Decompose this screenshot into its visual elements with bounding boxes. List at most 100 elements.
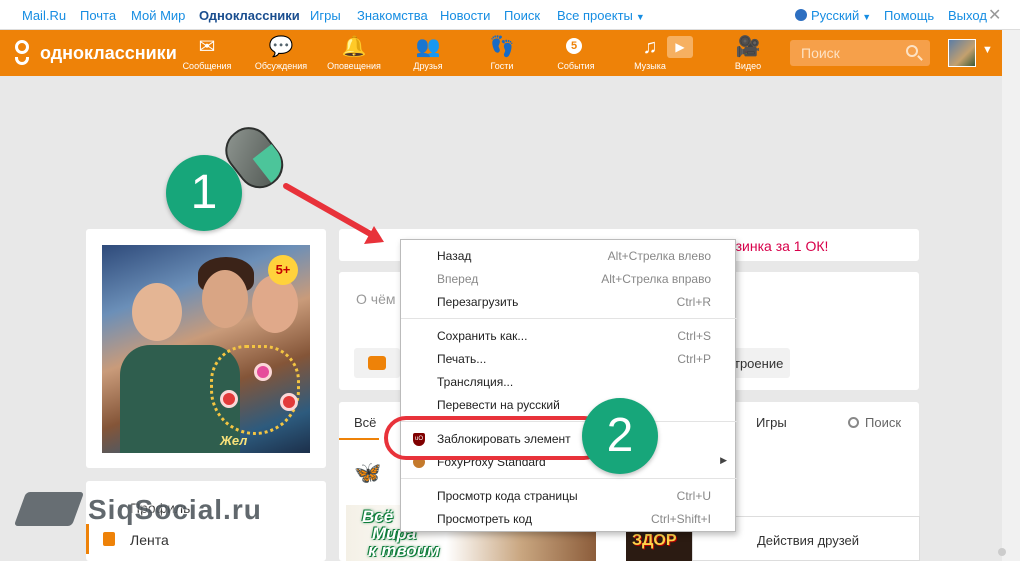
nav-guests[interactable]: 👣 Гости — [467, 36, 537, 71]
friends-icon: 👥 — [415, 36, 441, 58]
events-count-badge: 5 — [566, 38, 582, 54]
gift-badge[interactable]: 5+ — [268, 255, 298, 285]
add-photo-button[interactable] — [354, 348, 400, 378]
menu-item-shortcut: Alt+Стрелка влево — [607, 249, 711, 263]
nav-video-label: Видео — [734, 61, 762, 71]
nav-events-label: События — [557, 61, 595, 71]
nav-discussions-label: Обсуждения — [254, 61, 308, 71]
all-projects-label: Все проекты — [557, 8, 633, 23]
link-mailru[interactable]: Mail.Ru — [22, 8, 66, 23]
menu-item-save-as[interactable]: Сохранить как... Ctrl+S — [401, 325, 737, 348]
promo-text[interactable]: рзинка за 1 ОК! — [728, 238, 828, 254]
close-icon[interactable]: ✕ — [988, 5, 1006, 24]
submenu-arrow-icon: ▶ — [720, 455, 727, 465]
menu-item-label: Просмотр кода страницы — [437, 489, 578, 503]
feed-ad2-text: ЗДОР — [632, 532, 677, 549]
menu-item-label: Вперед — [437, 272, 479, 286]
menu-item-shortcut: Alt+Стрелка вправо — [601, 272, 711, 286]
nav-music-label: Музыка — [634, 61, 666, 71]
bell-icon: 🔔 — [341, 36, 367, 58]
nav-messages[interactable]: ✉ Сообщения — [172, 36, 242, 71]
menu-item-shortcut: Ctrl+P — [677, 352, 711, 366]
search-icon — [848, 417, 859, 428]
menu-item-shortcut: Ctrl+S — [677, 329, 711, 343]
mood-button-label: троение — [734, 356, 784, 371]
step-number-1: 1 — [166, 155, 242, 231]
search-icon[interactable] — [906, 45, 918, 57]
scroll-indicator — [998, 548, 1006, 556]
butterfly-icon: 🦋 — [354, 460, 382, 485]
tab-games[interactable]: Игры — [756, 415, 787, 430]
context-menu: Назад Alt+Стрелка влево Вперед Alt+Стрел… — [400, 239, 737, 532]
menu-item-print[interactable]: Печать... Ctrl+P — [401, 348, 737, 371]
menu-item-reload[interactable]: Перезагрузить Ctrl+R — [401, 291, 737, 314]
menu-item-cast[interactable]: Трансляция... — [401, 371, 737, 394]
nav-friends-label: Друзья — [413, 61, 443, 71]
language-dropdown[interactable]: Русский ▼ — [795, 8, 871, 23]
language-label: Русский — [811, 8, 860, 23]
nav-guests-label: Гости — [490, 61, 514, 71]
watermark: SiqSocial.ru — [8, 486, 261, 546]
menu-item-label: Просмотреть код — [437, 512, 532, 526]
link-znakomstva[interactable]: Знакомства — [357, 8, 428, 23]
all-projects-dropdown[interactable]: Все проекты ▼ — [557, 8, 645, 23]
menu-item-label: Сохранить как... — [437, 329, 528, 343]
arrow-icon — [283, 183, 384, 244]
graduation-cap-icon — [13, 492, 85, 526]
logout-link[interactable]: Выход — [948, 8, 987, 23]
chevron-down-icon: ▼ — [862, 12, 872, 22]
footprints-icon: 👣 — [489, 36, 515, 58]
menu-item-inspect[interactable]: Просмотреть код Ctrl+Shift+I — [401, 508, 737, 531]
avatar[interactable] — [948, 39, 976, 67]
globe-icon — [795, 9, 807, 21]
status-input[interactable]: О чём — [356, 291, 395, 307]
menu-item-label: Перезагрузить — [437, 295, 519, 309]
menu-item-label: Печать... — [437, 352, 487, 366]
menu-item-label: Перевести на русский — [437, 398, 560, 412]
active-tab-indicator — [339, 438, 379, 440]
link-pochta[interactable]: Почта — [80, 8, 116, 23]
step-number-2: 2 — [582, 398, 658, 474]
envelope-icon: ✉ — [198, 36, 216, 58]
link-novosti[interactable]: Новости — [440, 8, 490, 23]
menu-separator — [401, 318, 737, 319]
nav-notifications[interactable]: 🔔 Оповещения — [319, 36, 389, 71]
play-icon: ▶ — [667, 36, 693, 58]
camera-icon — [368, 356, 386, 370]
menu-item-shortcut: Ctrl+Shift+I — [650, 512, 711, 526]
menu-item-back[interactable]: Назад Alt+Стрелка влево — [401, 245, 737, 268]
ok-header: одноклассники ✉ Сообщения 💬 Обсуждения 🔔… — [0, 30, 1002, 76]
ok-logo-icon[interactable] — [12, 39, 34, 67]
nav-notifications-label: Оповещения — [327, 61, 381, 71]
scrollbar[interactable] — [1002, 30, 1020, 561]
menu-item-label: Трансляция... — [437, 375, 514, 389]
feed-ad-line: к твоим — [368, 541, 440, 560]
help-link[interactable]: Помощь — [884, 8, 934, 23]
link-poisk[interactable]: Поиск — [504, 8, 540, 23]
menu-separator — [401, 478, 737, 479]
feed-search-label: Поиск — [865, 415, 902, 430]
nav-friends[interactable]: 👥 Друзья — [393, 36, 463, 71]
link-igry[interactable]: Игры — [310, 8, 341, 23]
highlight-ring — [384, 416, 606, 460]
menu-item-shortcut: Ctrl+R — [676, 295, 711, 309]
video-play-button[interactable]: ▶ — [660, 36, 700, 58]
menu-item-forward[interactable]: Вперед Alt+Стрелка вправо — [401, 268, 737, 291]
menu-item-translate[interactable]: Перевести на русский — [401, 394, 737, 417]
nav-discussions[interactable]: 💬 Обсуждения — [246, 36, 316, 71]
chat-bubbles-icon: 💬 — [268, 36, 294, 58]
link-moy-mir[interactable]: Мой Мир — [131, 8, 185, 23]
menu-item-view-source[interactable]: Просмотр кода страницы Ctrl+U — [401, 485, 737, 508]
ok-brand-name[interactable]: одноклассники — [40, 43, 177, 64]
video-camera-icon: 🎥 — [735, 36, 761, 58]
nav-messages-label: Сообщения — [182, 61, 232, 71]
photo-signature: Жел — [220, 433, 248, 448]
tab-all[interactable]: Всё — [354, 415, 376, 430]
nav-video[interactable]: 🎥 Видео — [713, 36, 783, 71]
link-odnoklassniki[interactable]: Одноклассники — [199, 8, 300, 23]
chevron-down-icon[interactable]: ▼ — [982, 44, 993, 56]
mailru-topbar: Mail.Ru Почта Мой Мир Одноклассники Игры… — [0, 0, 1020, 30]
feed-search-button[interactable]: Поиск — [848, 415, 901, 430]
menu-item-shortcut: Ctrl+U — [676, 489, 711, 503]
friends-actions-label: Действия друзей — [757, 533, 860, 548]
